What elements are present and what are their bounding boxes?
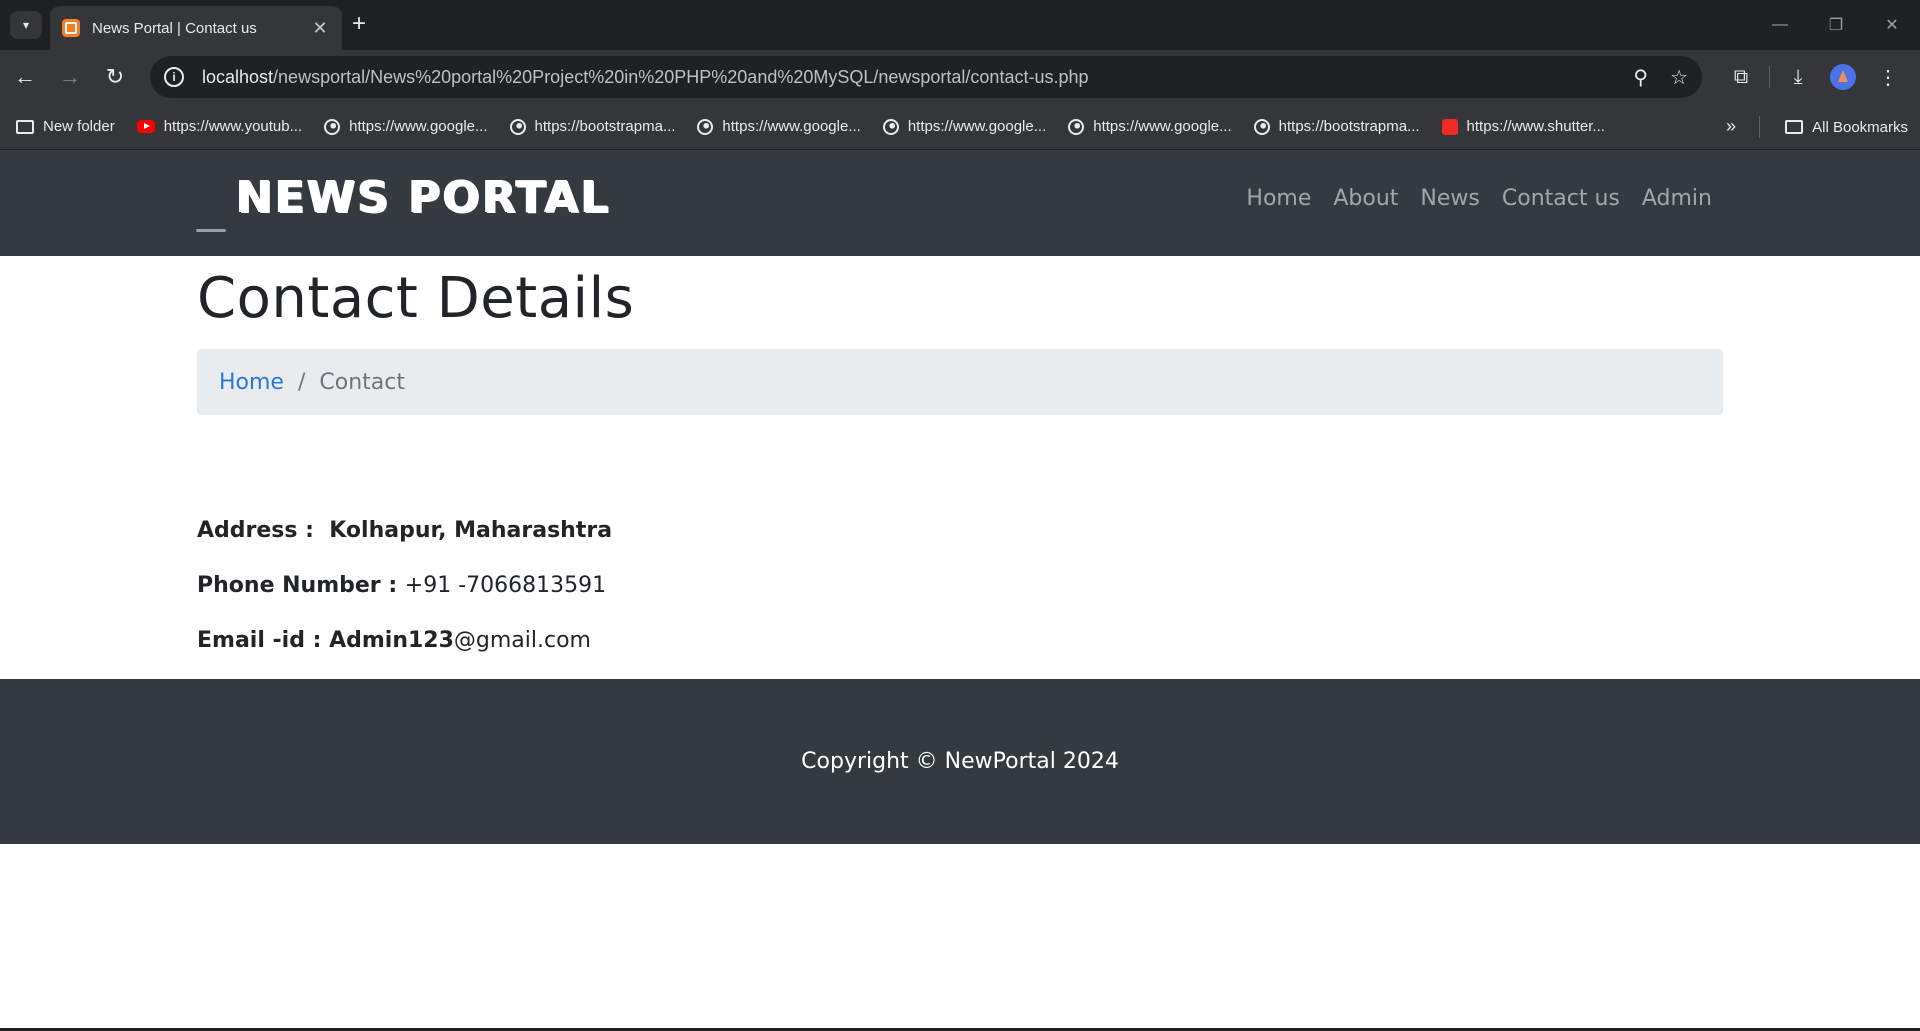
phone-label: Phone Number : xyxy=(197,573,405,598)
bookmark-label: https://www.google... xyxy=(1093,118,1232,135)
breadcrumb: Home / Contact xyxy=(197,349,1723,415)
more-bookmarks-icon[interactable]: » xyxy=(1726,116,1736,137)
breadcrumb-current: Contact xyxy=(319,369,405,395)
tab-strip: ▾ News Portal | Contact us ✕ + — ❐ ✕ xyxy=(0,0,1920,50)
site-info-icon[interactable]: i xyxy=(164,67,184,87)
bookmarks-divider xyxy=(1759,116,1760,138)
nav-home[interactable]: Home xyxy=(1246,186,1311,211)
globe-icon xyxy=(1253,118,1270,135)
bookmark-bootstrap-1[interactable]: https://bootstrapma... xyxy=(509,118,676,135)
site-footer: Copyright © NewPortal 2024 xyxy=(0,679,1920,844)
nav-links: Home About News Contact us Admin xyxy=(1224,186,1712,211)
breadcrumb-separator: / xyxy=(297,369,306,395)
download-icon[interactable]: ⤓ xyxy=(1776,66,1820,89)
site-logo[interactable]: NEWS PORTAL xyxy=(236,172,611,223)
bookmark-label: https://www.shutter... xyxy=(1466,118,1605,135)
bookmark-label: https://www.google... xyxy=(907,118,1047,135)
address-bar[interactable]: i localhost/newsportal/News%20portal%20P… xyxy=(150,56,1702,98)
tab-close-icon[interactable]: ✕ xyxy=(310,18,330,39)
bookmark-label: https://www.youtub... xyxy=(163,118,303,135)
youtube-icon xyxy=(136,120,155,133)
bookmark-google-3[interactable]: https://www.google... xyxy=(882,118,1047,135)
nav-news[interactable]: News xyxy=(1420,186,1479,211)
close-window-button[interactable]: ✕ xyxy=(1864,0,1920,50)
logo-swoosh xyxy=(196,229,226,232)
new-tab-button[interactable]: + xyxy=(352,12,366,36)
bookmark-star-icon[interactable]: ☆ xyxy=(1670,65,1688,90)
folder-icon xyxy=(16,119,34,134)
xampp-favicon-icon xyxy=(62,19,80,37)
nav-contact[interactable]: Contact us xyxy=(1502,186,1620,211)
profile-avatar[interactable] xyxy=(1830,64,1856,90)
minimize-button[interactable]: — xyxy=(1752,0,1808,50)
bookmark-google-4[interactable]: https://www.google... xyxy=(1068,118,1232,135)
back-button[interactable]: ← xyxy=(5,57,45,97)
shutterstock-icon xyxy=(1441,118,1458,135)
browser-toolbar: ← → ↻ i localhost/newsportal/News%20port… xyxy=(0,50,1920,104)
bookmark-label: https://www.google... xyxy=(722,118,861,135)
all-bookmarks-label: All Bookmarks xyxy=(1812,118,1908,136)
forward-button[interactable]: → xyxy=(50,57,90,97)
email-line: Email -id : Admin123@gmail.com xyxy=(197,628,591,653)
all-bookmarks-button[interactable]: All Bookmarks xyxy=(1785,104,1908,150)
folder-icon xyxy=(1785,120,1804,134)
bookmark-bootstrap-2[interactable]: https://bootstrapma... xyxy=(1253,118,1420,135)
site-navbar: NEWS PORTAL Home About News Contact us A… xyxy=(0,150,1920,256)
globe-icon xyxy=(697,118,714,135)
email-label: Email -id : xyxy=(197,628,330,653)
globe-icon xyxy=(1068,118,1085,135)
tab-search-button[interactable]: ▾ xyxy=(10,11,42,39)
url-path: /newsportal/News%20portal%20Project%20in… xyxy=(273,66,1089,87)
globe-icon xyxy=(882,118,899,135)
page-title: Contact Details xyxy=(197,266,635,331)
nav-about[interactable]: About xyxy=(1333,186,1398,211)
bookmark-google-2[interactable]: https://www.google... xyxy=(697,118,861,135)
browser-tab[interactable]: News Portal | Contact us ✕ xyxy=(50,6,342,50)
reload-button[interactable]: ↻ xyxy=(95,57,135,97)
bookmark-label: https://www.google... xyxy=(349,118,488,135)
globe-icon xyxy=(324,118,341,135)
menu-kebab-icon[interactable]: ⋮ xyxy=(1866,65,1910,90)
url-text[interactable]: localhost/newsportal/News%20portal%20Pro… xyxy=(202,67,1611,88)
tab-title: News Portal | Contact us xyxy=(92,19,257,37)
breadcrumb-home-link[interactable]: Home xyxy=(219,370,284,395)
copyright-text: Copyright © NewPortal 2024 xyxy=(801,749,1119,774)
bookmark-label: New folder xyxy=(43,118,115,135)
nav-admin[interactable]: Admin xyxy=(1642,186,1712,211)
url-host: localhost xyxy=(202,66,274,87)
restore-button[interactable]: ❐ xyxy=(1808,0,1864,50)
phone-value: +91 -7066813591 xyxy=(404,573,607,598)
zoom-icon[interactable]: ⚲ xyxy=(1633,65,1648,90)
web-page: NEWS PORTAL Home About News Contact us A… xyxy=(0,150,1920,1031)
extensions-icon[interactable]: ⧉ xyxy=(1719,66,1763,89)
bookmark-new-folder[interactable]: New folder xyxy=(16,118,115,135)
bookmark-shutterstock[interactable]: https://www.shutter... xyxy=(1441,118,1605,135)
address-label: Address : xyxy=(197,518,330,543)
bookmark-youtube[interactable]: https://www.youtub... xyxy=(136,118,303,135)
address-value: Kolhapur, Maharashtra xyxy=(329,518,613,543)
bookmark-label: https://bootstrapma... xyxy=(1278,118,1420,135)
toolbar-divider xyxy=(1769,66,1770,88)
bookmark-google-1[interactable]: https://www.google... xyxy=(324,118,488,135)
phone-line: Phone Number : +91 -7066813591 xyxy=(197,573,606,598)
globe-icon xyxy=(509,118,526,135)
email-user: Admin123 xyxy=(329,628,454,653)
bookmark-label: https://bootstrapma... xyxy=(534,118,676,135)
email-domain: @gmail.com xyxy=(453,628,591,653)
address-line: Address : Kolhapur, Maharashtra xyxy=(197,518,612,543)
bookmarks-bar: New folder https://www.youtub... https:/… xyxy=(0,104,1920,150)
